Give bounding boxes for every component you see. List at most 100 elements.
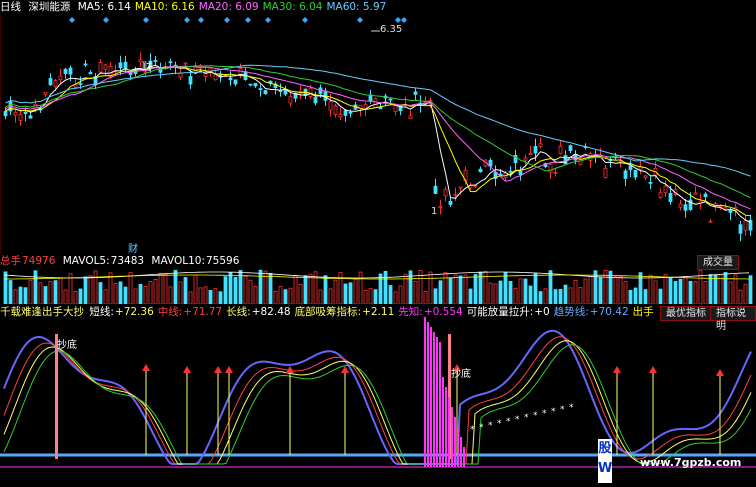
indicator-item-label: 中线: <box>157 306 183 318</box>
accumulation-bar <box>439 342 441 467</box>
candle-body <box>23 111 28 115</box>
total-volume-value: 74976 <box>22 255 56 267</box>
volume-bar <box>293 274 298 304</box>
star-marker: * <box>524 413 529 423</box>
indicator-item-label: 可能放量拉升: <box>466 306 534 318</box>
star-marker: * <box>488 421 493 431</box>
up-arrow-icon <box>613 366 621 373</box>
volume-bar <box>543 288 548 304</box>
volume-bar <box>333 279 338 304</box>
candle-body <box>478 168 483 173</box>
up-arrow-icon <box>649 366 657 373</box>
volume-bar <box>748 275 753 304</box>
volume-bar <box>533 273 538 304</box>
volume-bar <box>18 286 23 304</box>
volume-bar <box>368 288 373 304</box>
candle-body <box>78 83 83 85</box>
volume-bar <box>88 275 93 304</box>
indicator-item-value: +82.48 <box>251 306 291 318</box>
candle-body <box>88 72 93 75</box>
ma-line <box>5 64 751 223</box>
volume-bar <box>703 281 708 304</box>
volume-indicator-button[interactable]: 成交量 <box>697 255 739 270</box>
volume-bar <box>348 282 353 304</box>
candle-body <box>258 88 263 91</box>
volume-bar <box>283 289 288 304</box>
volume-bar <box>668 276 673 304</box>
mavol5-label: MAVOL5: <box>62 255 110 267</box>
candle-body <box>343 110 348 116</box>
candle-body <box>388 98 393 101</box>
signal-diamond-icon <box>357 17 363 23</box>
volume-bar <box>398 285 403 304</box>
volume-bar <box>573 279 578 304</box>
period-label: 日线 <box>0 1 21 13</box>
candle-body <box>288 96 293 104</box>
volume-bar <box>623 281 628 304</box>
volume-bar <box>158 272 163 304</box>
indicator-help-button[interactable]: 指标说明 <box>710 306 756 332</box>
volume-bar <box>453 274 458 304</box>
volume-header: 总手74976 MAVOL5:73483 MAVOL10:75596 <box>0 254 243 268</box>
indicator-item-value: +72.36 <box>114 306 154 318</box>
candle-body <box>518 170 523 176</box>
volume-bar <box>593 270 598 304</box>
volume-bar <box>503 271 508 304</box>
volume-bar <box>683 275 688 304</box>
volume-bar <box>673 281 678 304</box>
volume-bar <box>563 284 568 304</box>
signal-diamond-icon <box>224 17 230 23</box>
up-arrow-icon <box>183 366 191 373</box>
candle-body <box>348 111 353 114</box>
volume-bar <box>133 288 138 304</box>
indicator-item-label: 先知: <box>398 306 423 318</box>
volume-bar <box>93 270 98 304</box>
volume-bar <box>723 272 728 304</box>
indicator-panel[interactable]: * * * * * * * * * * * * 千载难逢出手大抄 短线:+72.36 中线:+71.77… <box>0 304 756 487</box>
candle-body <box>43 91 48 95</box>
star-marker: * <box>470 425 475 435</box>
volume-bar <box>48 281 53 304</box>
candle-body <box>523 157 528 161</box>
candle-body <box>643 175 648 178</box>
candle-body <box>623 170 628 179</box>
ma-legend-ma60: MA60: 5.97 <box>326 1 387 13</box>
candle-body <box>603 167 608 178</box>
candle-body <box>473 185 478 188</box>
volume-bar <box>218 291 223 304</box>
best-indicator-button[interactable]: 最优指标 <box>660 306 712 321</box>
candle-body <box>373 98 378 109</box>
volume-bar <box>278 286 283 304</box>
volume-bar <box>378 273 383 304</box>
ma-legend-ma10: MA10: 6.16 <box>134 1 195 13</box>
volume-panel[interactable]: 总手74976 MAVOL5:73483 MAVOL10:75596 成交量 <box>0 253 756 304</box>
volume-bar <box>178 281 183 304</box>
volume-bar <box>428 271 433 304</box>
volume-bar <box>728 281 733 304</box>
ma-line <box>5 65 751 210</box>
ma-legend-ma20: MA20: 6.09 <box>198 1 259 13</box>
indicator-item-label: 趋势线: <box>553 306 589 318</box>
volume-bar <box>388 285 393 304</box>
finance-marker[interactable]: 财 <box>142 58 152 73</box>
price-chart-panel[interactable]: 日线 深圳能源 MA5: 6.14 MA10: 6.16 MA20: 6.09 MA3… <box>0 0 756 255</box>
volume-bar <box>58 277 63 304</box>
volume-bar <box>8 280 13 304</box>
volume-bar <box>208 290 213 304</box>
accumulation-bar <box>430 327 432 467</box>
volume-bar <box>118 281 123 304</box>
candle-body <box>703 193 708 198</box>
volume-bar <box>538 291 543 304</box>
candle-body <box>438 205 443 208</box>
candlestick-chart[interactable] <box>0 0 756 253</box>
volume-bar <box>648 274 653 304</box>
candle-body <box>683 204 688 211</box>
star-marker: * <box>551 407 556 417</box>
candle-body <box>448 200 453 205</box>
volume-bar <box>693 281 698 304</box>
up-arrow-icon <box>214 366 222 373</box>
bottom-signal-bar <box>55 334 58 459</box>
volume-bar <box>73 290 78 304</box>
candle-body <box>263 90 268 95</box>
indicator-item-label: 长线: <box>226 306 251 318</box>
